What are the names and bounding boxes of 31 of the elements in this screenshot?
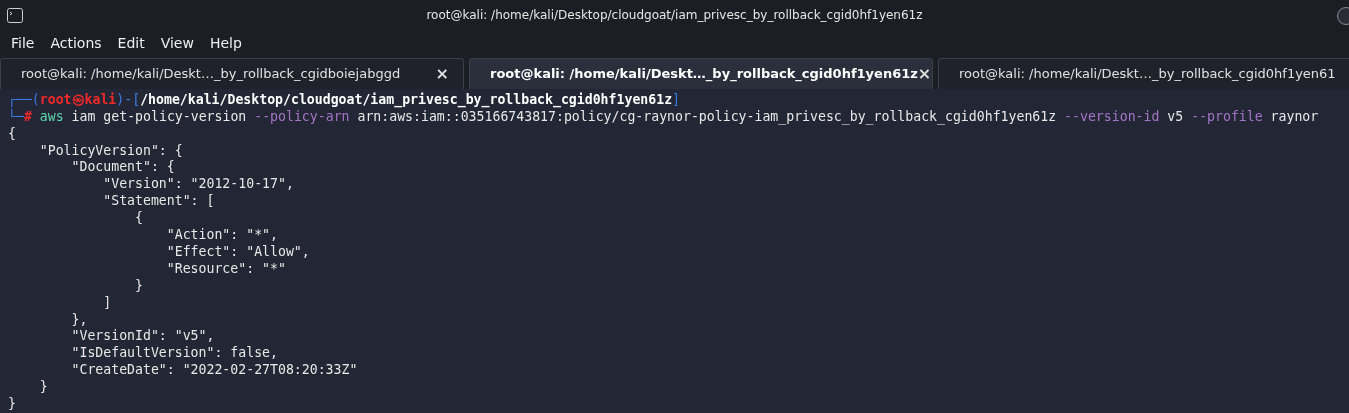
output-line: }	[134, 277, 143, 295]
output-line: },	[70, 311, 88, 329]
close-tab-button[interactable]: ×	[435, 61, 449, 86]
output-line: "VersionId": "v5",	[70, 328, 215, 346]
terminal-icon	[7, 8, 23, 23]
tab[interactable]: root@kali: /home/kali/Deskt…_by_rollback_cgid0hf1yen61z×	[469, 57, 933, 89]
output-line: "CreateDate": "2022-02-27T08:20:33Z"	[70, 362, 358, 380]
output-line: "Statement": [	[102, 193, 215, 211]
window-title: root@kali: /home/kali/Desktop/cloudgoat/iam_privesc_by_rollback_cgid0hf1yen61z	[425, 7, 924, 25]
tab[interactable]: root@kali: /home/kali/Deskt…_by_rollback_cgid0hf1yen61	[938, 57, 1349, 89]
prompt-line: ┌──(root㉿kali)-[/home/kali/Desktop/cloudgoat/iam_privesc_by_rollback_cgid0hf1yen61z]	[8, 91, 681, 109]
tab[interactable]: root@kali: /home/kali/Deskt…_by_rollback_cgidboiejabggd ×	[0, 57, 464, 89]
output-line: "Resource": "*"	[165, 260, 286, 278]
output-line: "Effect": "Allow",	[165, 243, 310, 261]
output-line: "IsDefaultVersion": false,	[70, 345, 278, 363]
menu-item[interactable]: Actions	[50, 32, 102, 54]
output-line: ]	[102, 294, 112, 312]
command-line: └─# aws iam get-policy-version --policy-arn arn:aws:iam::035166743817:policy/cg-raynor-policy-iam_privesc_by_rollback_cgid0hf1yen61z --version-id v5 --profile raynor	[8, 108, 1319, 126]
output-line: "PolicyVersion": {	[38, 142, 183, 160]
menu-item[interactable]: Edit	[117, 32, 145, 54]
output-line: "Version": "2012-10-17",	[102, 176, 294, 194]
output-line: {	[134, 210, 143, 228]
output-line: "Action": "*",	[165, 227, 278, 244]
output-line: {	[8, 125, 16, 143]
output-line: "Document": {	[70, 159, 175, 177]
menu-item[interactable]: View	[160, 32, 194, 54]
menu-item[interactable]: File	[11, 32, 35, 54]
output-line: }	[8, 396, 16, 413]
close-tab-button[interactable]: ×	[917, 61, 932, 86]
menu-item[interactable]: Help	[209, 32, 242, 54]
output-line: }	[38, 379, 48, 397]
